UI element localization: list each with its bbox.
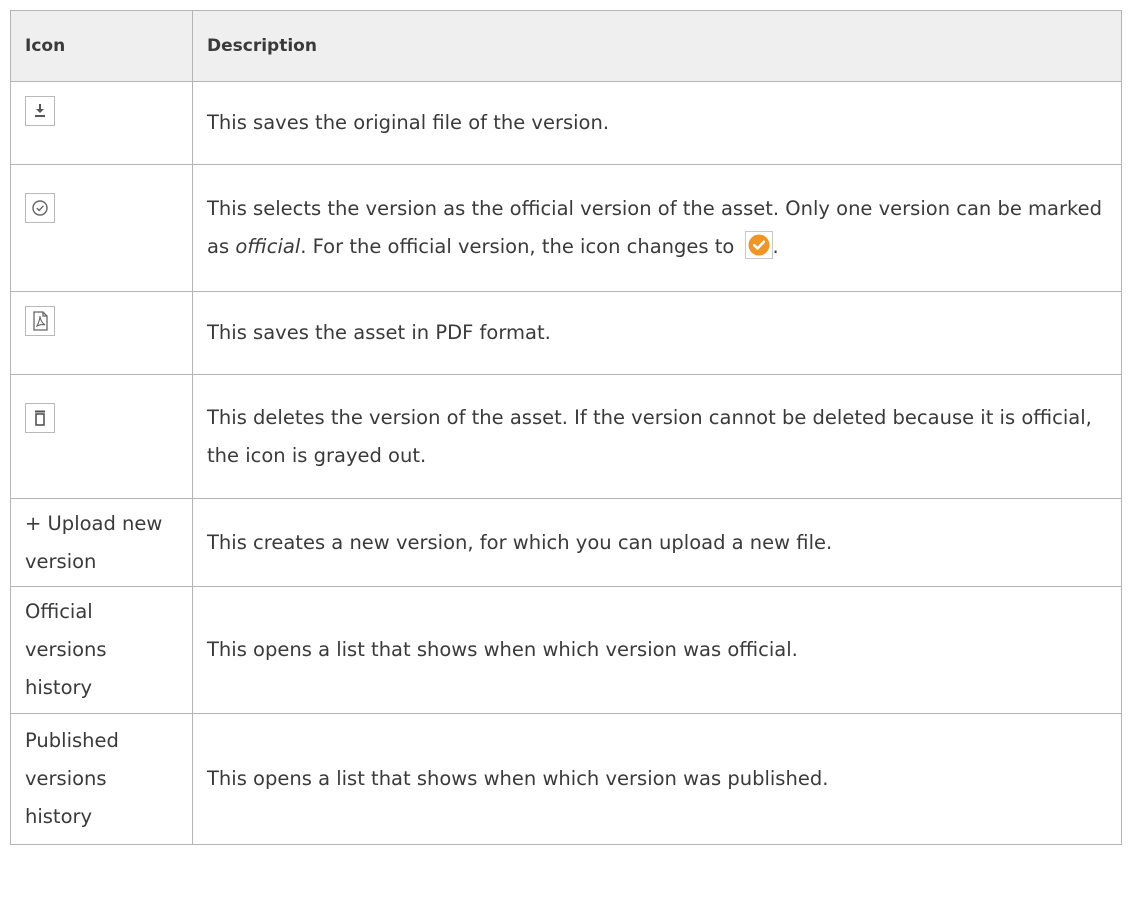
description-cell: This saves the original file of the vers… — [192, 81, 1122, 165]
icon-cell — [10, 374, 193, 499]
upload-new-version-label: + Upload new version — [10, 498, 193, 587]
header-description: Description — [192, 10, 1122, 82]
table-row: This selects the version as the official… — [10, 164, 1122, 292]
trash-icon — [25, 402, 55, 433]
pdf-icon — [25, 305, 55, 336]
description-cell: This opens a list that shows when which … — [192, 713, 1122, 845]
icon-description-table: Icon Description This saves the original… — [10, 10, 1122, 845]
table-row: This saves the original file of the vers… — [10, 81, 1122, 165]
official-versions-history-label: Official versions history — [10, 586, 193, 714]
official-check-icon — [744, 231, 773, 259]
description-text: . — [772, 235, 779, 258]
description-cell: This selects the version as the official… — [192, 164, 1122, 292]
download-icon — [25, 95, 55, 126]
official-term: official — [235, 235, 301, 258]
published-versions-history-label: Published versions history — [10, 713, 193, 845]
description-text: . For the official version, the icon cha… — [300, 235, 741, 258]
table-row: + Upload new version This creates a new … — [10, 498, 1122, 587]
table-row: This deletes the version of the asset. I… — [10, 374, 1122, 499]
icon-cell — [10, 164, 193, 292]
icon-cell — [10, 81, 193, 165]
description-cell: This creates a new version, for which yo… — [192, 498, 1122, 587]
table-header-row: Icon Description — [10, 10, 1122, 82]
table-row: Published versions history This opens a … — [10, 713, 1122, 845]
description-cell: This opens a list that shows when which … — [192, 586, 1122, 714]
header-icon: Icon — [10, 10, 193, 82]
description-cell: This saves the asset in PDF format. — [192, 291, 1122, 375]
table-row: Official versions history This opens a l… — [10, 586, 1122, 714]
icon-cell — [10, 291, 193, 375]
table-row: This saves the asset in PDF format. — [10, 291, 1122, 375]
checkmark-circle-icon — [25, 192, 55, 223]
description-cell: This deletes the version of the asset. I… — [192, 374, 1122, 499]
